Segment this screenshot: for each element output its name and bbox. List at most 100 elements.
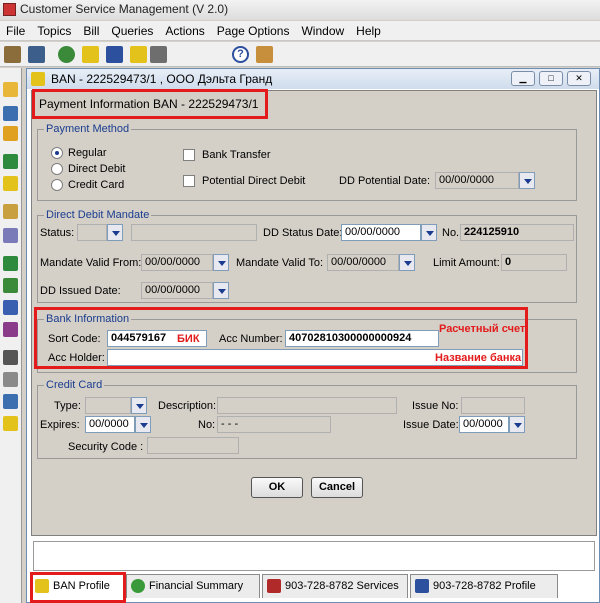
card-icon[interactable] — [3, 322, 18, 337]
menu-help[interactable]: Help — [350, 21, 387, 38]
credit-card-radio[interactable] — [51, 179, 63, 191]
regular-radio[interactable] — [51, 147, 63, 159]
print-icon[interactable] — [4, 46, 21, 63]
dd-potential-date-dropdown[interactable] — [519, 172, 535, 189]
bank-transfer-label: Bank Transfer — [202, 149, 271, 161]
issue-date-dropdown[interactable] — [509, 416, 525, 433]
contact-icon[interactable] — [130, 46, 147, 63]
limit-amount-field: 0 — [501, 254, 567, 271]
arrows-icon[interactable] — [3, 228, 18, 243]
acc-holder-label: Acc Holder: — [48, 352, 105, 364]
mandate-valid-from-dropdown[interactable] — [213, 254, 229, 271]
status-field[interactable] — [77, 224, 107, 241]
customer-icon[interactable] — [82, 46, 99, 63]
money-icon — [131, 579, 145, 593]
refresh-icon[interactable] — [58, 46, 75, 63]
dd-status-date-field[interactable]: 00/00/0000 — [341, 224, 421, 241]
copy-icon[interactable] — [3, 278, 18, 293]
tab-financial-summary[interactable]: Financial Summary — [126, 574, 260, 598]
menu-page-options[interactable]: Page Options — [211, 21, 296, 38]
expires-dropdown[interactable] — [135, 416, 151, 433]
tab-services[interactable]: 903-728-8782 Services — [262, 574, 408, 598]
exit-icon[interactable] — [256, 46, 273, 63]
issue-no-field[interactable] — [461, 397, 525, 414]
menu-topics[interactable]: Topics — [31, 21, 77, 38]
direct-debit-label: Direct Debit — [68, 163, 126, 175]
window-icon[interactable] — [3, 394, 18, 409]
menu-bar: File Topics Bill Queries Actions Page Options… — [0, 21, 600, 41]
direct-debit-mandate-legend: Direct Debit Mandate — [46, 209, 150, 221]
mandate-valid-to-field[interactable]: 00/00/0000 — [327, 254, 399, 271]
acc-number-field[interactable]: 40702810300000000924 — [285, 330, 439, 347]
regular-label: Regular — [68, 147, 107, 159]
potential-direct-debit-checkbox[interactable] — [183, 175, 195, 187]
dd-potential-date-label: DD Potential Date: — [339, 175, 431, 187]
issue-no-label: Issue No: — [412, 400, 459, 412]
dd-issued-date-dropdown[interactable] — [213, 282, 229, 299]
maximize-button[interactable]: □ — [539, 71, 563, 86]
ban-window: BAN - 222529473/1 , ООО Дэльта Гранд ▁ □… — [26, 68, 600, 603]
bik-note: БИК — [177, 333, 200, 345]
security-code-field[interactable] — [147, 437, 239, 454]
acc-number-label: Acc Number: — [219, 333, 283, 345]
card-no-label: No: — [198, 419, 216, 431]
ban-window-title: BAN - 222529473/1 , ООО Дэльта Гранд — [51, 72, 273, 86]
expires-label: Expires: — [40, 419, 80, 431]
phone-icon[interactable] — [3, 176, 18, 191]
ban-window-title-bar: BAN - 222529473/1 , ООО Дэльта Гранд ▁ □… — [27, 69, 599, 89]
tab-subscriber-profile[interactable]: 903-728-8782 Profile — [410, 574, 558, 598]
cancel-button[interactable]: Cancel — [311, 477, 363, 498]
bank-transfer-checkbox[interactable] — [183, 149, 195, 161]
save-icon[interactable] — [3, 350, 18, 365]
mandate-valid-to-dropdown[interactable] — [399, 254, 415, 271]
card-no-field[interactable]: - - - — [217, 416, 331, 433]
close-button[interactable]: ✕ — [567, 71, 591, 86]
app-title: Customer Service Management (V 2.0) — [20, 2, 229, 16]
dd-status-date-dropdown[interactable] — [421, 224, 437, 241]
mandate-valid-from-field[interactable]: 00/00/0000 — [141, 254, 213, 271]
dd-potential-date-field[interactable]: 00/00/0000 — [435, 172, 519, 189]
potential-direct-debit-label: Potential Direct Debit — [202, 175, 306, 187]
tab-subscriber-profile-label: 903-728-8782 Profile — [433, 580, 536, 592]
menu-queries[interactable]: Queries — [105, 21, 159, 38]
issue-date-field[interactable]: 00/0000 — [459, 416, 509, 433]
list-icon[interactable] — [3, 300, 18, 315]
help-icon[interactable]: ? — [232, 46, 249, 63]
calculator-icon[interactable] — [3, 154, 18, 169]
menu-bill[interactable]: Bill — [77, 21, 105, 38]
mandate-valid-to-label: Mandate Valid To: — [236, 257, 324, 269]
left-toolbar — [0, 68, 22, 603]
limit-amount-label: Limit Amount: — [433, 257, 500, 269]
profile-panel — [33, 541, 595, 571]
services-icon — [267, 579, 281, 593]
invoice-icon[interactable] — [3, 256, 18, 271]
ok-button[interactable]: OK — [251, 477, 303, 498]
document-icon[interactable] — [3, 204, 18, 219]
highlight-ban-profile-tab — [30, 572, 126, 603]
tools-icon[interactable] — [150, 46, 167, 63]
user-icon[interactable] — [28, 46, 45, 63]
direct-debit-radio[interactable] — [51, 163, 63, 175]
sms-icon[interactable] — [3, 416, 18, 431]
profile-icon — [415, 579, 429, 593]
security-code-label: Security Code : — [68, 441, 144, 453]
expires-field[interactable]: 00/0000 — [85, 416, 135, 433]
folder-icon[interactable] — [3, 82, 18, 97]
status-description-field — [131, 224, 257, 241]
minimize-button[interactable]: ▁ — [511, 71, 535, 86]
menu-file[interactable]: File — [0, 21, 31, 38]
card-type-field[interactable] — [85, 397, 131, 414]
credit-card-legend: Credit Card — [46, 379, 103, 391]
status-dropdown[interactable] — [107, 224, 123, 241]
account-note: Расчетный счет — [439, 323, 526, 335]
notes-icon[interactable] — [3, 106, 18, 121]
transfer-icon[interactable] — [3, 126, 18, 141]
database-icon[interactable] — [3, 372, 18, 387]
toolbar: ? — [0, 42, 600, 67]
menu-actions[interactable]: Actions — [159, 21, 210, 38]
dd-issued-date-field[interactable]: 00/00/0000 — [141, 282, 213, 299]
card-type-label: Type: — [54, 400, 81, 412]
card-type-dropdown[interactable] — [131, 397, 147, 414]
menu-window[interactable]: Window — [295, 21, 350, 38]
profile-icon[interactable] — [106, 46, 123, 63]
